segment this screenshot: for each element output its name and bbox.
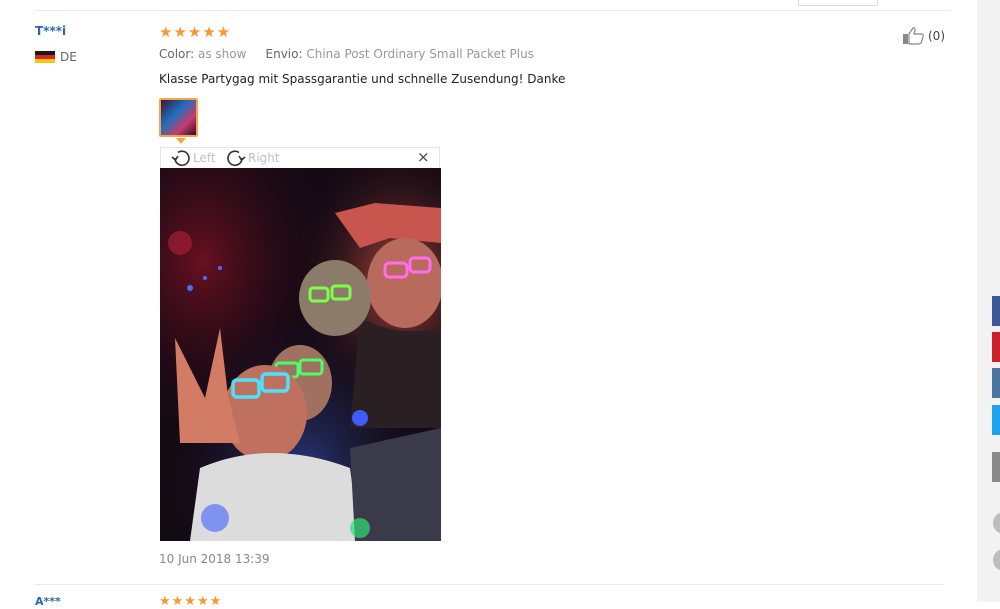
rotate-right-label: Right (248, 151, 280, 165)
share-twitter-button[interactable] (992, 405, 1000, 435)
review-photo-thumbnail[interactable] (159, 98, 198, 137)
review-divider (35, 584, 943, 585)
germany-flag-icon (35, 51, 55, 63)
helpful-count: (0) (928, 29, 945, 43)
thumbs-up-icon (903, 27, 924, 45)
thumbnail-pointer (176, 138, 186, 144)
rotate-right-button[interactable]: Right (225, 149, 280, 167)
color-value: as show (198, 47, 247, 61)
order-info: Color: as show Envio: China Post Ordinar… (159, 47, 534, 61)
reviewer-country: DE (60, 50, 77, 64)
rotate-left-label: Left (193, 151, 216, 165)
review-photo-large (160, 168, 441, 541)
rotate-left-button[interactable]: Left (170, 149, 216, 167)
top-divider (35, 10, 950, 11)
share-more-button[interactable] (992, 452, 1000, 482)
share-vk-button[interactable] (992, 368, 1000, 398)
share-facebook-button[interactable] (992, 296, 1000, 326)
top-control-edge (798, 0, 878, 6)
shipping-label: Envio: (265, 47, 303, 61)
rating-stars: ★★★★★ (159, 23, 232, 41)
rotate-right-icon (227, 150, 246, 166)
thumbnail-image (161, 100, 196, 135)
reviewer-name[interactable]: T***i (35, 24, 66, 38)
review-date: 10 Jun 2018 13:39 (159, 552, 270, 566)
rotate-left-icon (171, 150, 190, 166)
shipping-value: China Post Ordinary Small Packet Plus (306, 47, 534, 61)
helpful-button[interactable]: (0) (902, 27, 945, 45)
party-photo-image (160, 168, 441, 541)
color-label: Color: (159, 47, 195, 61)
review-text: Klasse Partygag mit Spassgarantie und sc… (159, 72, 566, 86)
share-pinterest-button[interactable] (992, 332, 1000, 362)
close-viewer-button[interactable]: × (417, 150, 430, 165)
